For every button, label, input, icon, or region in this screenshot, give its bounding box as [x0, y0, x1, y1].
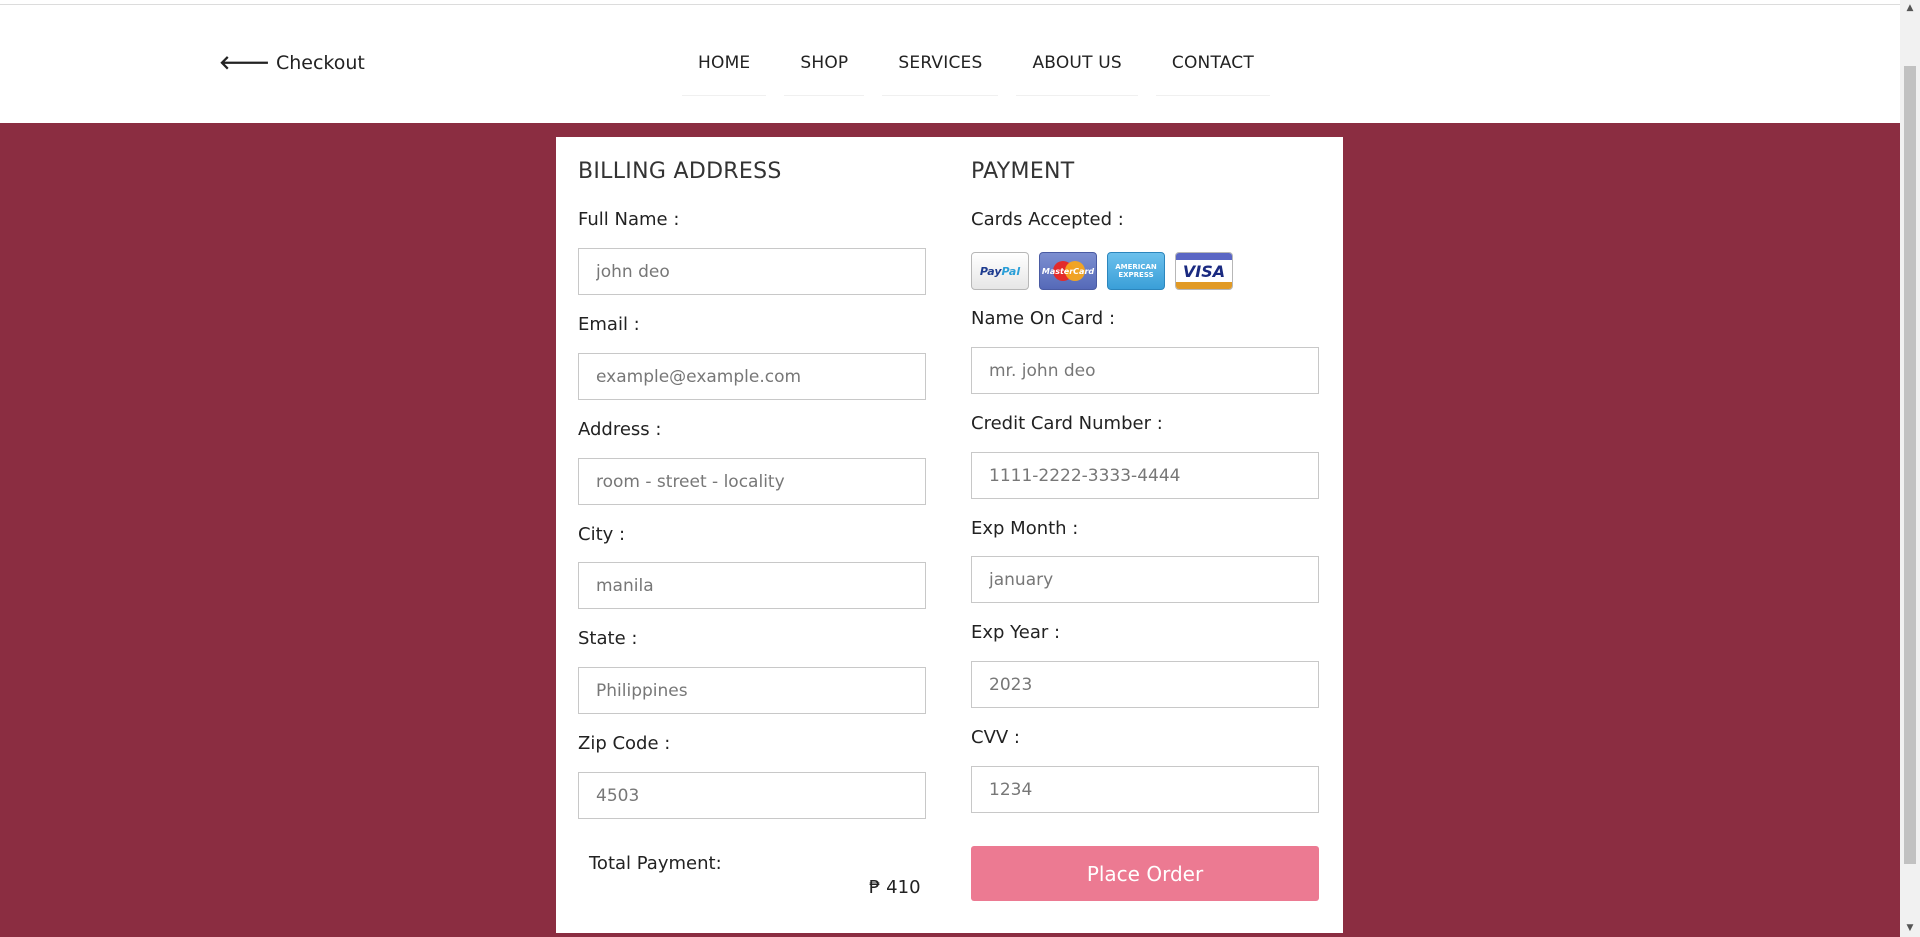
email-input[interactable] [578, 353, 926, 400]
nav-shop[interactable]: SHOP [784, 39, 865, 96]
scrollbar-thumb[interactable] [1904, 66, 1916, 864]
exp-year-label: Exp Year : [971, 622, 1061, 643]
name-on-card-input[interactable] [971, 347, 1319, 394]
zip-code-label: Zip Code : [578, 733, 671, 754]
full-name-label: Full Name : [578, 209, 680, 230]
page-scrollbar[interactable]: ▲ ▼ [1900, 0, 1920, 937]
name-on-card-label: Name On Card : [971, 308, 1116, 329]
total-payment-label: Total Payment: [589, 853, 722, 874]
total-payment-value: ₱ 410 [869, 877, 921, 898]
site-header: 🡐 Checkout HOME SHOP SERVICES ABOUT US C… [0, 5, 1900, 123]
paypal-icon: Pay Pal [971, 252, 1029, 290]
cards-accepted-label: Cards Accepted : [971, 209, 1124, 230]
back-to-checkout-link[interactable]: 🡐 Checkout [219, 51, 365, 75]
billing-title: BILLING ADDRESS [578, 159, 782, 184]
city-label: City : [578, 524, 626, 545]
accepted-cards: Pay Pal MasterCard AMERICAN EXPRESS VISA [971, 252, 1233, 290]
visa-icon: VISA [1175, 252, 1233, 290]
city-input[interactable] [578, 562, 926, 609]
exp-year-input[interactable] [971, 661, 1319, 708]
state-label: State : [578, 628, 638, 649]
full-name-input[interactable] [578, 248, 926, 295]
nav-services[interactable]: SERVICES [882, 39, 999, 96]
scroll-up-arrow-icon[interactable]: ▲ [1900, 0, 1920, 17]
cvv-label: CVV : [971, 727, 1020, 748]
zip-code-input[interactable] [578, 772, 926, 819]
exp-month-label: Exp Month : [971, 518, 1079, 539]
credit-card-number-label: Credit Card Number : [971, 413, 1163, 434]
email-label: Email : [578, 314, 640, 335]
address-input[interactable] [578, 458, 926, 505]
nav-about-us[interactable]: ABOUT US [1016, 39, 1138, 96]
credit-card-number-input[interactable] [971, 452, 1319, 499]
scroll-down-arrow-icon[interactable]: ▼ [1900, 920, 1920, 937]
place-order-button[interactable]: Place Order [971, 846, 1319, 901]
payment-title: PAYMENT [971, 159, 1075, 184]
mastercard-icon: MasterCard [1039, 252, 1097, 290]
state-input[interactable] [578, 667, 926, 714]
arrow-left-icon: 🡐 [219, 52, 270, 74]
cvv-input[interactable] [971, 766, 1319, 813]
american-express-icon: AMERICAN EXPRESS [1107, 252, 1165, 290]
back-label: Checkout [275, 51, 365, 74]
nav-home[interactable]: HOME [682, 39, 767, 96]
exp-month-input[interactable] [971, 556, 1319, 603]
main-nav: HOME SHOP SERVICES ABOUT US CONTACT [682, 39, 1270, 96]
nav-contact[interactable]: CONTACT [1155, 39, 1270, 96]
checkout-form: BILLING ADDRESS Full Name : Email : Addr… [556, 137, 1343, 933]
address-label: Address : [578, 419, 662, 440]
